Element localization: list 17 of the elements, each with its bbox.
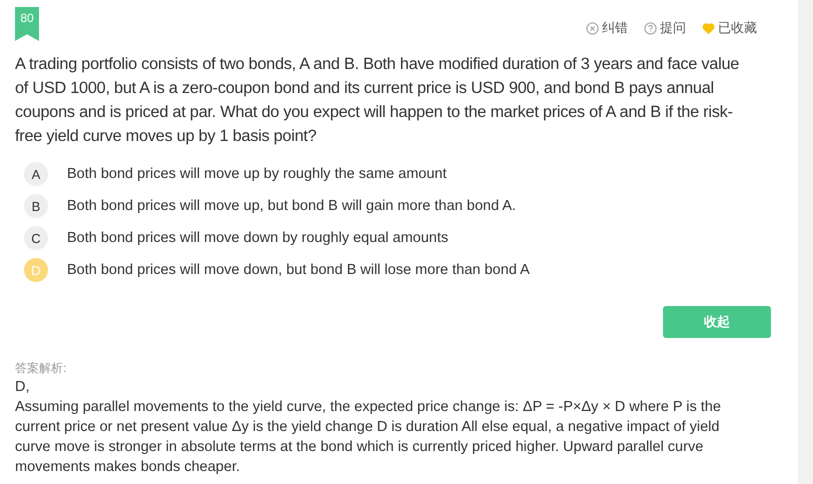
question-icon: [644, 22, 657, 34]
option-letter[interactable]: A: [24, 162, 48, 186]
answer-text: D,: [15, 378, 30, 397]
close-icon: [586, 22, 599, 34]
action-link[interactable]: 纠错: [586, 19, 628, 37]
explanation-text: Assuming parallel movements to the yield curve, the expected price change is: ΔP = -P×Δy × D where P is the current price or net present value Δy is the yield change D is duration All else equal, a negative impact of yield curve move is stronger in absolute terms at the bond which is currently priced higher. Upward parallel curve movements makes bonds cheaper.: [15, 398, 722, 477]
action-link[interactable]: 已收藏: [702, 19, 757, 37]
option-letter[interactable]: C: [24, 226, 48, 250]
option-text[interactable]: Both bond prices will move up, but bond B will gain more than bond A.: [67, 198, 516, 214]
action-link[interactable]: 提问: [644, 19, 686, 37]
analysis-label: 答案解析:: [15, 360, 68, 377]
question-text: A trading portfolio consists of two bonds, A and B. Both have modified duration of 3 years and face value of USD 1000, but A is a zero-coupon bond and its current price is USD 900, and bond B pays annual coupons and is priced at par. What do you expect will happen to the market prices of A and B if the risk-free yield curve moves up by 1 basis point?: [15, 54, 740, 147]
option-text[interactable]: Both bond prices will move up by roughly the same amount: [67, 166, 447, 182]
question-number-badge: 80: [15, 7, 39, 41]
option-letter[interactable]: B: [24, 194, 48, 218]
option-text[interactable]: Both bond prices will move down, but bond B will lose more than bond A: [67, 262, 530, 278]
option-text[interactable]: Both bond prices will move down by roughly equal amounts: [67, 230, 448, 246]
